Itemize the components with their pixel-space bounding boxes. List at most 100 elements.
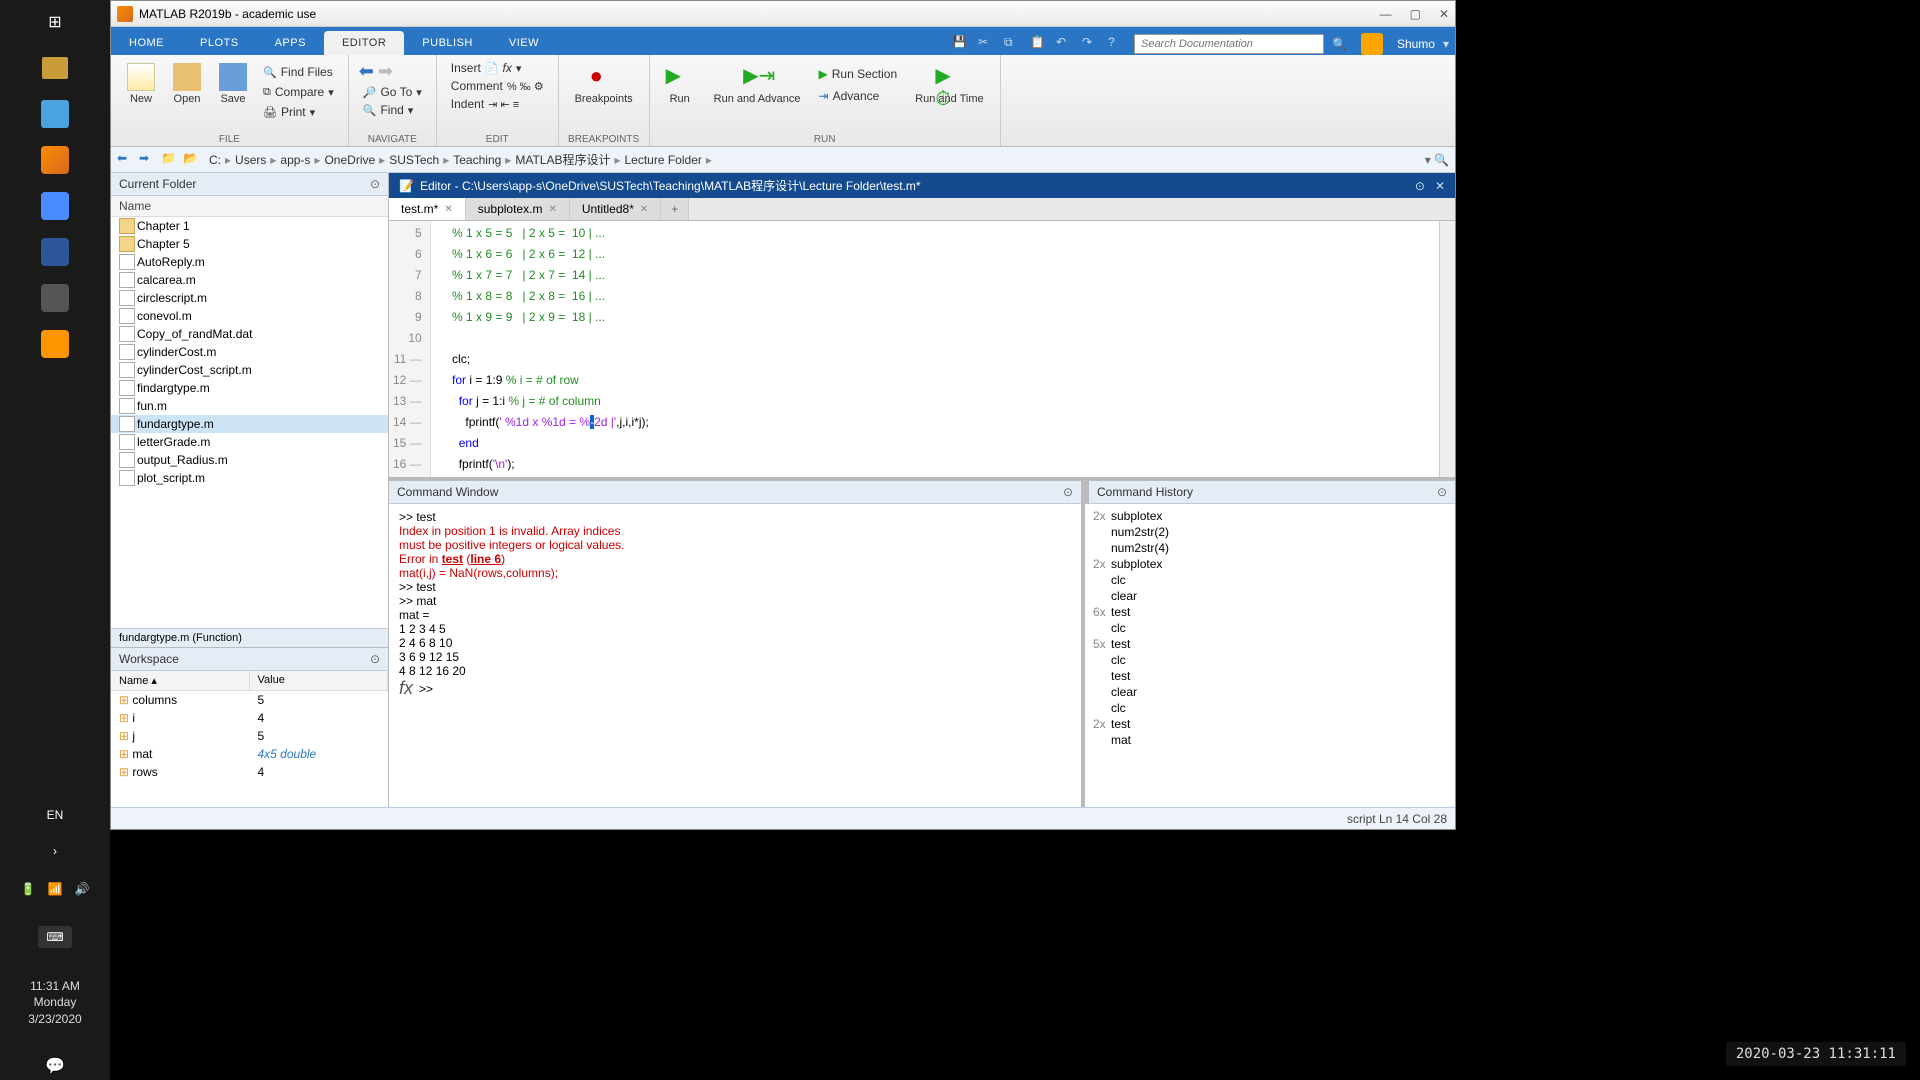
column-header-name[interactable]: Name [111, 196, 388, 217]
breakpoints-button[interactable]: ●Breakpoints [569, 59, 639, 109]
clock[interactable]: 11:31 AM Monday 3/23/2020 [28, 972, 81, 1034]
editor-close-icon[interactable]: ✕ [1435, 179, 1445, 193]
list-item[interactable]: circlescript.m [111, 289, 388, 307]
tab-close-icon[interactable]: ✕ [444, 204, 452, 215]
editor-scrollbar[interactable] [1439, 221, 1455, 477]
user-dropdown-icon[interactable]: ▾ [1443, 37, 1449, 51]
editor-tab[interactable]: Untitled8* ✕ [570, 198, 661, 220]
history-item[interactable]: clc [1093, 620, 1447, 636]
run-and-time-button[interactable]: ▶⏱Run and Time [909, 59, 989, 142]
list-item[interactable]: conevol.m [111, 307, 388, 325]
print-button[interactable]: 🖨 Print ▾ [259, 103, 338, 121]
list-item[interactable]: Copy_of_randMat.dat [111, 325, 388, 343]
tab-close-icon[interactable]: ✕ [640, 204, 648, 215]
addr-back-icon[interactable]: ⬅ [117, 151, 135, 169]
addr-up-icon[interactable]: 📁 [161, 151, 179, 169]
breadcrumb[interactable]: Teaching [449, 153, 505, 167]
history-item[interactable]: test [1093, 668, 1447, 684]
history-item[interactable]: num2str(4) [1093, 540, 1447, 556]
tab-plots[interactable]: PLOTS [182, 31, 257, 55]
file-explorer-icon[interactable] [41, 54, 69, 82]
maximize-icon[interactable]: ▢ [1410, 7, 1421, 21]
breadcrumb[interactable]: SUSTech [385, 153, 443, 167]
history-item[interactable]: 2xtest [1093, 716, 1447, 732]
breadcrumb[interactable]: Lecture Folder [620, 153, 705, 167]
list-item[interactable]: cylinderCost.m [111, 343, 388, 361]
advance-button[interactable]: ⇥ Advance [815, 87, 902, 105]
list-item[interactable]: calcarea.m [111, 271, 388, 289]
command-history[interactable]: 2xsubplotexnum2str(2)num2str(4)2xsubplot… [1085, 504, 1455, 807]
wifi-icon[interactable]: 📶 [48, 882, 63, 896]
panel-menu-icon[interactable]: ⊙ [370, 652, 380, 666]
system-tray[interactable]: 🔋 📶 🔊 [15, 876, 96, 902]
history-item[interactable]: clc [1093, 572, 1447, 588]
history-item[interactable]: mat [1093, 732, 1447, 748]
breadcrumb[interactable]: MATLAB程序设计 [511, 151, 614, 168]
table-row[interactable]: columns5 [111, 691, 388, 709]
history-item[interactable]: 6xtest [1093, 604, 1447, 620]
command-window[interactable]: >> testIndex in position 1 is invalid. A… [389, 504, 1085, 807]
breadcrumb[interactable]: app-s [276, 153, 314, 167]
insert-button[interactable]: Insert 📄 fx ▾ [447, 59, 548, 77]
code-editor[interactable]: 56789101112131415161718 % 1 x 5 = 5 | 2 … [389, 221, 1455, 477]
find-files-button[interactable]: 🔍 Find Files [259, 63, 338, 81]
history-item[interactable]: num2str(2) [1093, 524, 1447, 540]
history-item[interactable]: 5xtest [1093, 636, 1447, 652]
expand-tray-icon[interactable]: › [53, 844, 57, 858]
fx-icon[interactable]: fx [399, 678, 413, 699]
tab-home[interactable]: HOME [111, 31, 182, 55]
matlab-icon[interactable] [41, 146, 69, 174]
undo-qat-icon[interactable]: ↶ [1056, 35, 1074, 53]
list-item[interactable]: fun.m [111, 397, 388, 415]
editor-max-icon[interactable]: ⊙ [1415, 179, 1425, 193]
editor-tab[interactable]: subplotex.m ✕ [466, 198, 570, 220]
list-item[interactable]: findargtype.m [111, 379, 388, 397]
word-icon[interactable] [41, 238, 69, 266]
zoom-icon[interactable] [41, 192, 69, 220]
history-item[interactable]: clc [1093, 652, 1447, 668]
search-icon[interactable]: 🔍 [1332, 37, 1347, 51]
list-item[interactable]: AutoReply.m [111, 253, 388, 271]
firefox-icon[interactable] [41, 330, 69, 358]
keyboard-icon[interactable]: ⌨ [38, 926, 71, 948]
tab-view[interactable]: VIEW [491, 31, 557, 55]
addr-browse-icon[interactable]: 📂 [183, 151, 201, 169]
close-icon[interactable]: ✕ [1439, 7, 1449, 21]
nav-back-icon[interactable]: ⬅ [359, 61, 374, 82]
history-item[interactable]: clear [1093, 588, 1447, 604]
compare-button[interactable]: ⧉ Compare ▾ [259, 83, 338, 101]
current-folder-list[interactable]: Name Chapter 1Chapter 5AutoReply.mcalcar… [111, 196, 388, 628]
volume-icon[interactable]: 🔊 [74, 882, 89, 896]
table-row[interactable]: rows4 [111, 763, 388, 781]
list-item[interactable]: Chapter 5 [111, 235, 388, 253]
save-button[interactable]: Save [213, 59, 253, 142]
goto-button[interactable]: 🔎 Go To ▾ [359, 83, 426, 101]
panel-menu-icon[interactable]: ⊙ [1063, 485, 1073, 499]
breadcrumb[interactable]: C: [205, 153, 225, 167]
cut-qat-icon[interactable]: ✂ [978, 35, 996, 53]
breadcrumb[interactable]: Users [231, 153, 270, 167]
paste-qat-icon[interactable]: 📋 [1030, 35, 1048, 53]
list-item[interactable]: output_Radius.m [111, 451, 388, 469]
search-documentation-input[interactable] [1134, 34, 1324, 54]
history-item[interactable]: clc [1093, 700, 1447, 716]
run-and-advance-button[interactable]: ▶⇥Run and Advance [708, 59, 807, 142]
help-qat-icon[interactable]: ? [1108, 35, 1126, 53]
panel-menu-icon[interactable]: ⊙ [370, 177, 380, 191]
new-button[interactable]: New [121, 59, 161, 142]
redo-qat-icon[interactable]: ↷ [1082, 35, 1100, 53]
battery-icon[interactable]: 🔋 [21, 882, 36, 896]
workspace-columns[interactable]: Name ▴Value [111, 671, 388, 691]
panel-menu-icon[interactable]: ⊙ [1437, 485, 1447, 499]
tab-publish[interactable]: PUBLISH [404, 31, 491, 55]
editor-tab[interactable]: test.m* ✕ [389, 198, 466, 220]
list-item[interactable]: fundargtype.m [111, 415, 388, 433]
user-badge-icon[interactable] [1361, 33, 1383, 55]
new-tab-button[interactable]: + [661, 198, 689, 220]
list-item[interactable]: cylinderCost_script.m [111, 361, 388, 379]
user-name[interactable]: Shumo [1397, 37, 1435, 51]
indent-button[interactable]: Indent ⇥ ⇤ ≡ [447, 95, 548, 113]
list-item[interactable]: Chapter 1 [111, 217, 388, 235]
breadcrumb[interactable]: OneDrive [320, 153, 379, 167]
notifications-icon[interactable]: 💬 [41, 1052, 69, 1080]
